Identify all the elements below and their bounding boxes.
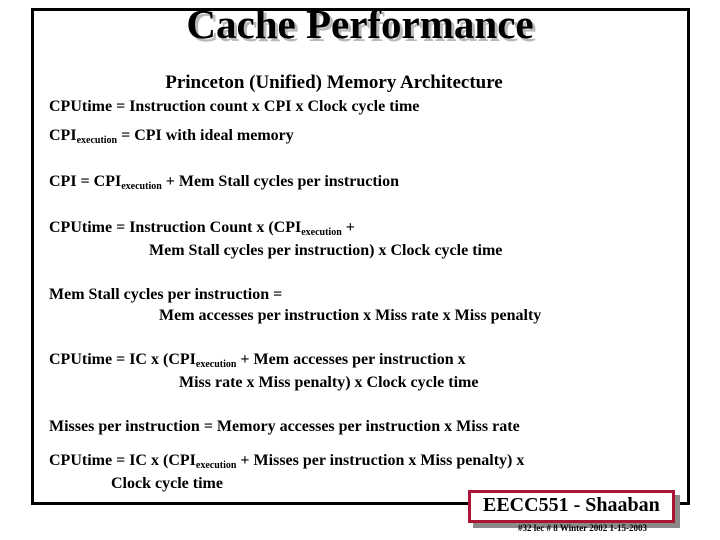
cputime-stall-lhs: CPUtime = Instruction Count x (CPI bbox=[49, 219, 302, 236]
equation-cpi-execution: CPIexecution = CPI with ideal memory bbox=[49, 125, 674, 148]
course-badge: EECC551 - Shaaban bbox=[468, 490, 675, 523]
subscript-execution: execution bbox=[121, 181, 162, 192]
cputime-accesses-lhs: CPUtime = IC x (CPI bbox=[49, 351, 196, 368]
equation-memstall-line1: Mem Stall cycles per instruction = bbox=[49, 286, 283, 303]
cputime-misses-rhs: + Misses per instruction x Miss penalty)… bbox=[236, 452, 525, 469]
page-title: Cache Performance bbox=[186, 1, 534, 47]
cpi-label: CPI = CPI bbox=[49, 173, 122, 190]
cpi-execution-label: CPI bbox=[49, 127, 77, 144]
slide-footer-info: #32 lec # 8 Winter 2002 1-15-2003 bbox=[518, 523, 647, 533]
cputime-misses-lhs: CPUtime = IC x (CPI bbox=[49, 452, 196, 469]
equation-cputime-accesses-line1: CPUtime = IC x (CPIexecution + Mem acces… bbox=[49, 349, 674, 372]
cputime-basic-rhs: Instruction count x CPI x Clock cycle ti… bbox=[129, 98, 420, 115]
equation-misses-per-instruction: Misses per instruction = Memory accesses… bbox=[49, 418, 520, 435]
equation-cputime-basic: CPUtime = Instruction count x CPI x Cloc… bbox=[49, 96, 674, 117]
subscript-execution: execution bbox=[76, 135, 118, 146]
equation-cputime-stall-line2: Mem Stall cycles per instruction) x Cloc… bbox=[149, 242, 503, 259]
subscript-execution: execution bbox=[195, 359, 237, 370]
course-badge-label: EECC551 - Shaaban bbox=[468, 490, 675, 523]
equation-cputime-accesses-line2: Miss rate x Miss penalty) x Clock cycle … bbox=[179, 374, 479, 391]
subheading: Princeton (Unified) Memory Architecture bbox=[165, 72, 503, 93]
cpi-execution-rhs: = CPI with ideal memory bbox=[117, 127, 294, 144]
cputime-basic-label: CPUtime = bbox=[49, 98, 130, 115]
equation-cputime-misses-line1: CPUtime = IC x (CPIexecution + Misses pe… bbox=[49, 450, 674, 473]
cpi-rhs: + Mem Stall cycles per instruction bbox=[161, 173, 400, 190]
cputime-accesses-rhs: + Mem accesses per instruction x bbox=[236, 351, 466, 368]
equation-memstall-line2: Mem accesses per instruction x Miss rate… bbox=[159, 307, 542, 324]
subscript-execution: execution bbox=[301, 227, 342, 238]
cputime-stall-plus: + bbox=[341, 219, 355, 236]
equation-cpi: CPI = CPIexecution + Mem Stall cycles pe… bbox=[49, 171, 674, 194]
equation-cputime-stall-line1: CPUtime = Instruction Count x (CPIexecut… bbox=[49, 217, 674, 240]
slide-body: Princeton (Unified) Memory Architecture … bbox=[49, 70, 674, 494]
subscript-execution: execution bbox=[195, 460, 237, 471]
